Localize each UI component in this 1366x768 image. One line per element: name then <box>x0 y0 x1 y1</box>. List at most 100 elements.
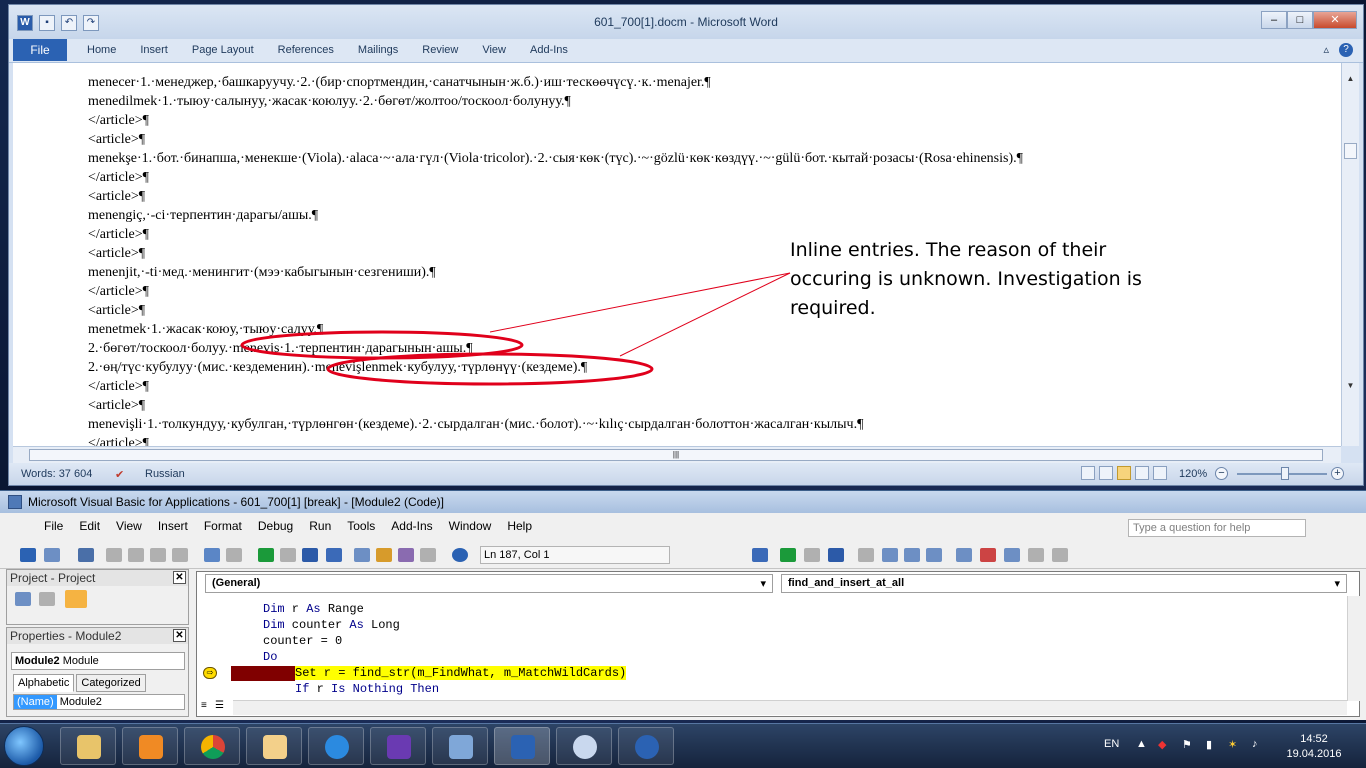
copy-icon[interactable] <box>128 548 144 562</box>
taskbar-ie[interactable] <box>308 727 364 765</box>
internet-explorer-icon <box>325 735 349 759</box>
procedure-dropdown[interactable]: find_and_insert_at_all ▾ <box>781 574 1347 593</box>
annotation-pointer-line-1 <box>489 272 791 333</box>
battery-icon[interactable]: ▮ <box>1206 738 1212 751</box>
toggle-folders-icon[interactable] <box>65 590 87 608</box>
network-icon <box>449 735 473 759</box>
menu-debug[interactable]: Debug <box>258 519 293 533</box>
clock-time: 14:52 <box>1300 733 1328 745</box>
redo-icon[interactable] <box>226 548 242 562</box>
insert-module-icon[interactable] <box>44 548 60 562</box>
watch-window-icon[interactable] <box>1004 548 1020 562</box>
procedure-view-icon[interactable]: ≡ <box>201 700 207 711</box>
run-icon[interactable] <box>258 548 274 562</box>
folder-icon <box>77 735 101 759</box>
taskbar-paint[interactable] <box>246 727 302 765</box>
save-icon[interactable] <box>78 548 94 562</box>
volume-icon[interactable]: ♪ <box>1252 738 1258 750</box>
language-indicator[interactable]: EN <box>1104 738 1119 750</box>
step-out-icon[interactable] <box>926 548 942 562</box>
immediate-window-icon[interactable] <box>980 548 996 562</box>
project-explorer-icon[interactable] <box>354 548 370 562</box>
procedure-dropdown-value: find_and_insert_at_all <box>788 577 905 589</box>
debug-break-icon[interactable] <box>804 548 820 562</box>
object-name: Module2 <box>15 655 60 667</box>
object-combo[interactable]: Module2 Module <box>11 652 185 670</box>
break-icon[interactable] <box>280 548 296 562</box>
paste-icon[interactable] <box>150 548 166 562</box>
menu-file[interactable]: File <box>44 519 63 533</box>
step-into-icon[interactable] <box>882 548 898 562</box>
show-hidden-icons-icon[interactable]: ▲ <box>1136 738 1147 750</box>
call-stack-icon[interactable] <box>1052 548 1068 562</box>
menu-add-ins[interactable]: Add-Ins <box>391 519 432 533</box>
quick-watch-icon[interactable] <box>1028 548 1044 562</box>
toggle-breakpoint-icon[interactable] <box>858 548 874 562</box>
menu-help[interactable]: Help <box>507 519 532 533</box>
object-browser-icon[interactable] <box>398 548 414 562</box>
view-object-icon[interactable] <box>39 592 55 606</box>
debug-reset-icon[interactable] <box>828 548 844 562</box>
tray-app-icon[interactable]: ◆ <box>1158 738 1166 751</box>
execution-pointer-icon: ⇨ <box>203 667 217 679</box>
tab-categorized[interactable]: Categorized <box>76 674 146 692</box>
action-center-icon[interactable]: ⚑ <box>1182 738 1192 751</box>
taskbar-app[interactable] <box>370 727 426 765</box>
view-code-icon[interactable] <box>15 592 31 606</box>
tab-alphabetic[interactable]: Alphabetic <box>13 674 75 692</box>
taskbar-network[interactable] <box>432 727 488 765</box>
menu-window[interactable]: Window <box>449 519 492 533</box>
debug-run-icon[interactable] <box>780 548 796 562</box>
menu-insert[interactable]: Insert <box>158 519 188 533</box>
network-status-icon[interactable]: ✶ <box>1228 738 1237 751</box>
chrome-icon <box>201 735 225 759</box>
toolbox-icon[interactable] <box>420 548 436 562</box>
taskbar-media-player[interactable] <box>122 727 178 765</box>
help-question-input[interactable]: Type a question for help <box>1128 519 1306 537</box>
property-row-name[interactable]: (Name) Module2 <box>13 694 185 710</box>
step-over-icon[interactable] <box>904 548 920 562</box>
taskbar: EN ▲ ◆ ⚑ ▮ ✶ ♪ 14:52 19.04.2016 <box>0 723 1366 768</box>
code-vertical-scrollbar[interactable] <box>1347 596 1360 701</box>
menu-edit[interactable]: Edit <box>79 519 100 533</box>
code-line: Dim r As Range <box>263 602 364 616</box>
object-type: Module <box>62 655 99 667</box>
cat-app-icon <box>387 735 411 759</box>
find-icon[interactable] <box>172 548 188 562</box>
menu-tools[interactable]: Tools <box>347 519 375 533</box>
taskbar-help[interactable] <box>618 727 674 765</box>
code-line: If r Is Nothing Then <box>295 682 440 696</box>
cut-icon[interactable] <box>106 548 122 562</box>
full-module-view-icon[interactable]: ☰ <box>215 700 224 711</box>
system-clock[interactable]: 14:52 19.04.2016 <box>1284 732 1344 762</box>
object-dropdown-value: (General) <box>212 577 261 589</box>
help-icon[interactable] <box>452 548 468 562</box>
code-line: Dim counter As Long <box>263 618 400 632</box>
properties-tabs: Alphabetic Categorized <box>13 674 148 692</box>
design-mode-icon[interactable] <box>326 548 342 562</box>
view-word-icon[interactable] <box>20 548 36 562</box>
code-window[interactable]: (General) ▾ find_and_insert_at_all ▾ Dim r… <box>196 571 1360 717</box>
debug-toggle-icon[interactable] <box>752 548 768 562</box>
taskbar-word[interactable] <box>494 727 550 765</box>
close-icon[interactable]: ✕ <box>173 571 186 584</box>
close-icon[interactable]: ✕ <box>173 629 186 642</box>
taskbar-explorer[interactable] <box>60 727 116 765</box>
properties-window-icon[interactable] <box>376 548 392 562</box>
undo-icon[interactable] <box>204 548 220 562</box>
menu-run[interactable]: Run <box>309 519 331 533</box>
object-dropdown[interactable]: (General) ▾ <box>205 574 773 593</box>
project-pane-title: Project - Project <box>7 570 188 586</box>
current-execution-line: Set r = find_str(m_FindWhat, m_MatchWild… <box>295 666 627 680</box>
properties-pane-title: Properties - Module2 <box>7 628 188 644</box>
reset-icon[interactable] <box>302 548 318 562</box>
start-button[interactable] <box>4 726 44 766</box>
property-value[interactable]: Module2 <box>60 696 102 708</box>
taskbar-paint-app[interactable] <box>556 727 612 765</box>
vba-toolbar <box>0 541 1366 569</box>
code-horizontal-scrollbar[interactable] <box>233 700 1347 715</box>
taskbar-chrome[interactable] <box>184 727 240 765</box>
menu-format[interactable]: Format <box>204 519 242 533</box>
locals-window-icon[interactable] <box>956 548 972 562</box>
menu-view[interactable]: View <box>116 519 142 533</box>
